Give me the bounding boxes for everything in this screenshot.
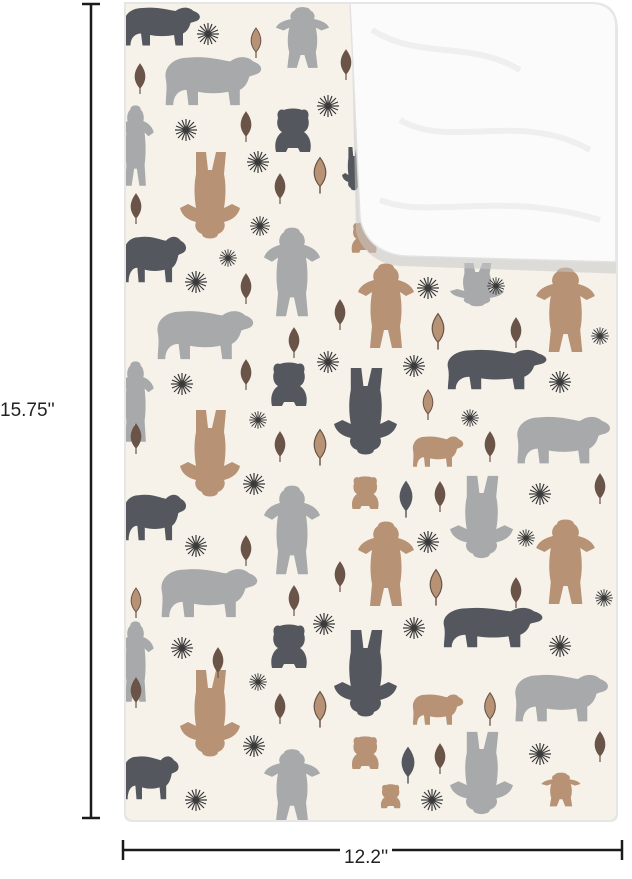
height-dimension [82, 2, 100, 820]
height-label: 15.75'' [0, 400, 55, 421]
terry-backing-fold [349, 4, 616, 274]
width-label: 12.2'' [340, 847, 393, 869]
product-image [82, 2, 624, 860]
changing-pad [124, 2, 618, 822]
